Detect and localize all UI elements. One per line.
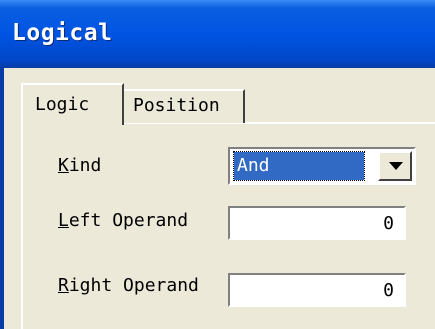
tab-logic[interactable]: Logic <box>21 83 124 125</box>
logical-dialog: Logical Logic Position Kind And Left Ope… <box>0 0 435 329</box>
title-bar[interactable]: Logical <box>0 0 435 68</box>
tab-page-logic <box>21 122 435 329</box>
window-title: Logical <box>12 20 113 46</box>
tab-position-label: Position <box>133 95 220 116</box>
tab-position[interactable]: Position <box>124 89 245 123</box>
window-border <box>0 68 4 329</box>
tab-logic-label: Logic <box>35 94 90 115</box>
